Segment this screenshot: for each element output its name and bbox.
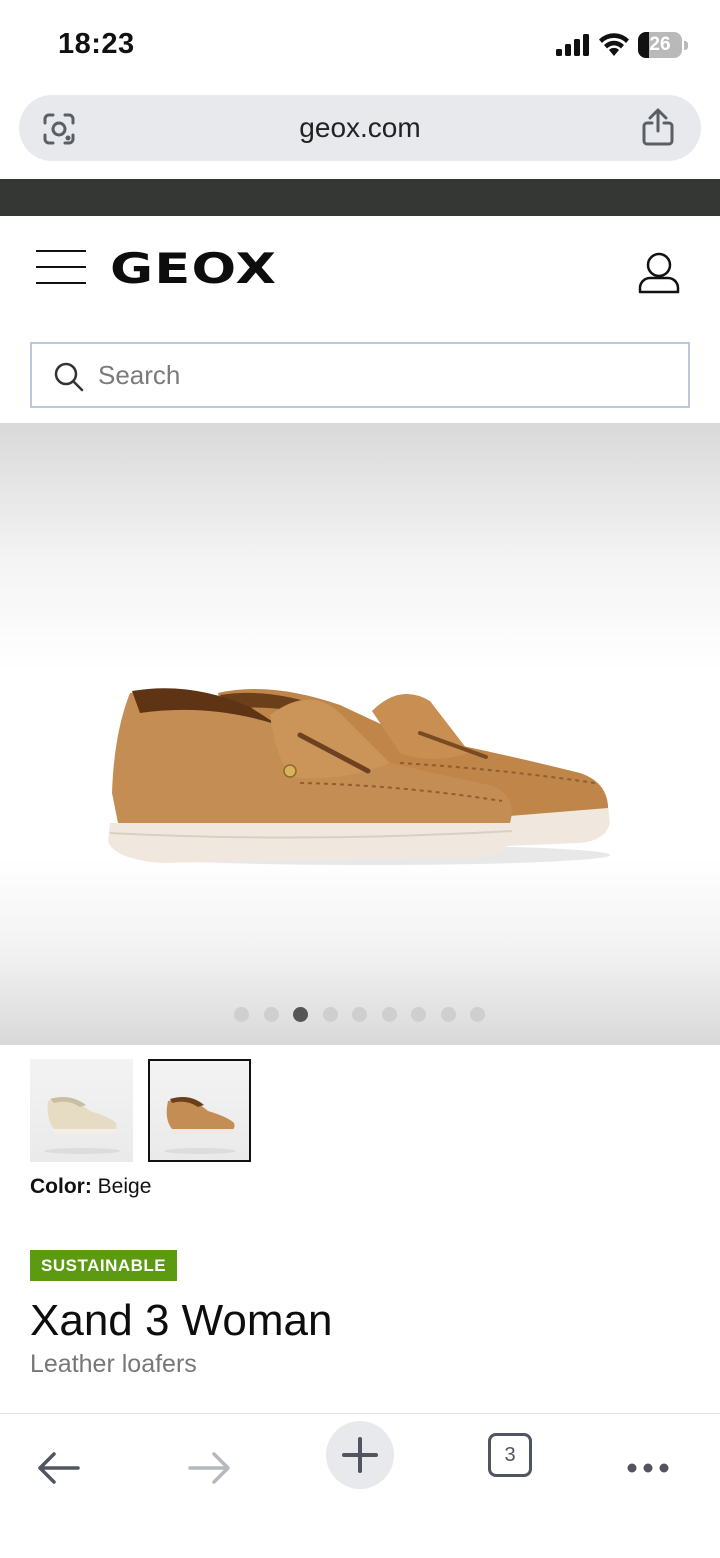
product-image-loafers[interactable]: [100, 673, 620, 883]
tabs-button[interactable]: 3: [488, 1433, 532, 1477]
gallery-dot[interactable]: [322, 1007, 338, 1022]
browser-toolbar: 3: [0, 1413, 720, 1558]
gallery-dot[interactable]: [293, 1007, 308, 1022]
gallery-dot[interactable]: [234, 1007, 249, 1022]
new-tab-button[interactable]: [326, 1421, 394, 1489]
gallery-dot[interactable]: [263, 1007, 279, 1022]
swatch-shoe-image: [164, 1097, 236, 1154]
plus-icon: [342, 1437, 378, 1473]
color-swatch-tan[interactable]: [148, 1059, 251, 1162]
site-header: GEOX: [0, 216, 720, 326]
address-bar[interactable]: geox.com: [19, 95, 701, 161]
search-icon: [54, 362, 84, 392]
account-icon[interactable]: [636, 250, 682, 296]
gallery-dot[interactable]: [440, 1007, 456, 1022]
url-text[interactable]: geox.com: [19, 112, 701, 144]
more-icon[interactable]: [614, 1434, 682, 1502]
battery-indicator: 26: [638, 32, 688, 58]
color-row: Color: Beige: [30, 1175, 151, 1199]
gallery-dot[interactable]: [411, 1007, 426, 1022]
gallery-dot[interactable]: [381, 1007, 397, 1022]
search-input[interactable]: [98, 344, 668, 406]
color-value: Beige: [97, 1175, 152, 1198]
gallery-pagination-dots[interactable]: [0, 1007, 720, 1023]
geox-logo[interactable]: GEOX: [110, 244, 277, 293]
status-time: 18:23: [58, 28, 135, 60]
promo-strip: [0, 179, 720, 216]
gallery-dot[interactable]: [470, 1007, 485, 1022]
search-box[interactable]: [30, 342, 690, 408]
hamburger-icon[interactable]: [36, 250, 86, 286]
status-bar: 18:23 26: [0, 0, 720, 90]
cellular-signal-icon: [556, 34, 589, 56]
swatch-shoe-image: [44, 1097, 120, 1154]
color-swatch-beige[interactable]: [30, 1059, 133, 1162]
sustainable-badge: SUSTAINABLE: [30, 1250, 178, 1281]
battery-percent: 26: [649, 34, 671, 55]
wifi-icon: [599, 33, 629, 56]
product-gallery[interactable]: [0, 423, 720, 1045]
forward-arrow-icon[interactable]: [176, 1434, 244, 1502]
product-subtitle: Leather loafers: [30, 1350, 197, 1378]
color-label: Color:: [30, 1175, 92, 1198]
gallery-dot[interactable]: [352, 1007, 367, 1022]
share-icon[interactable]: [639, 107, 677, 147]
back-arrow-icon[interactable]: [26, 1434, 94, 1502]
product-title: Xand 3 Woman: [30, 1296, 333, 1345]
